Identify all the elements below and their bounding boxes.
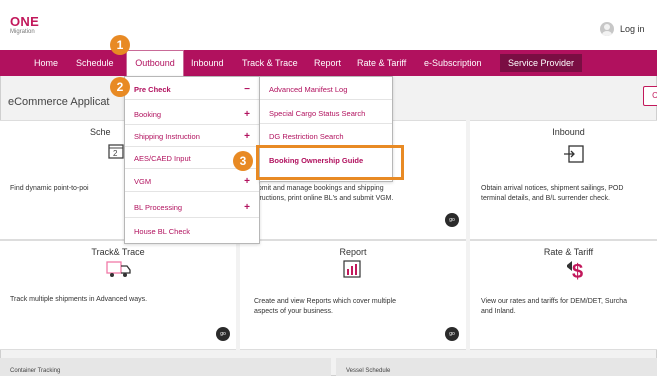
inbound-card-title: Inbound xyxy=(552,127,585,137)
outbound-card-desc: ubmit and manage bookings and shipping s… xyxy=(254,185,394,202)
booking-ownership-guide-highlight xyxy=(256,145,404,180)
nav-rate-tariff[interactable]: Rate & Tariff xyxy=(357,50,406,76)
schedule-card-desc: Find dynamic point-to-poi xyxy=(10,185,89,192)
logo-subtext: Migration xyxy=(10,29,35,35)
rate-tariff-card-desc: View our rates and tariffs for DEM/DET, … xyxy=(481,298,628,315)
inbound-box-icon xyxy=(564,145,584,163)
track-trace-card-desc: Track multiple shipments in Advanced way… xyxy=(10,296,148,303)
report-go-button[interactable]: go xyxy=(445,327,459,341)
step-3-badge: 3 xyxy=(233,151,253,171)
menu-item-label: BL Processing xyxy=(134,203,183,212)
logo-text: ONE xyxy=(10,14,40,29)
inbound-card-desc: Obtain arrival notices, shipment sailing… xyxy=(481,185,624,202)
page-subtitle: eCommerce Applicat xyxy=(8,96,110,108)
nav-inbound[interactable]: Inbound xyxy=(191,50,224,76)
vessel-schedule-section: Vessel Schedule xyxy=(336,358,657,376)
one-logo[interactable]: ONE Migration xyxy=(10,14,40,35)
rate-tariff-card[interactable]: Rate & Tariff $ View our rates and tarif… xyxy=(470,240,657,350)
menu-item-shipping-instruction[interactable]: Shipping Instruction + xyxy=(125,127,259,147)
nav-report[interactable]: Report xyxy=(314,50,341,76)
login-link[interactable]: Log in xyxy=(600,22,645,36)
menu-item-label: Pre Check xyxy=(134,85,171,94)
top-bar: ONE Migration Log in xyxy=(0,0,657,50)
menu-item-bl-processing[interactable]: BL Processing + xyxy=(125,198,259,218)
nav-track-trace[interactable]: Track & Trace xyxy=(242,50,298,76)
right-edge-button[interactable]: C xyxy=(643,86,657,106)
report-card-desc: Create and view Reports which cover mult… xyxy=(254,298,397,315)
submenu-item-advanced-manifest-log[interactable]: Advanced Manifest Log xyxy=(260,80,392,100)
menu-item-label: Shipping Instruction xyxy=(134,132,200,141)
menu-item-label: AES/CAED Input xyxy=(134,154,191,163)
truck-icon xyxy=(106,261,131,277)
expand-icon: + xyxy=(244,202,250,213)
menu-item-label: House BL Check xyxy=(134,227,191,236)
outbound-go-button[interactable]: go xyxy=(445,213,459,227)
menu-item-booking[interactable]: Booking + xyxy=(125,105,259,125)
svg-text:2: 2 xyxy=(113,149,118,158)
step-2-badge: 2 xyxy=(110,77,130,97)
submenu-item-special-cargo-status[interactable]: Special Cargo Status Search xyxy=(260,104,392,124)
track-trace-go-button[interactable]: go xyxy=(216,327,230,341)
menu-item-pre-check[interactable]: Pre Check − xyxy=(125,80,259,100)
container-tracking-section: Container Tracking xyxy=(0,358,331,376)
expand-icon: + xyxy=(244,131,250,142)
nav-home[interactable]: Home xyxy=(34,50,58,76)
login-label: Log in xyxy=(620,24,645,34)
track-trace-card-title: Track& Trace xyxy=(91,247,145,257)
inbound-card[interactable]: Inbound Obtain arrival notices, shipment… xyxy=(470,120,657,240)
collapse-icon: − xyxy=(244,84,250,95)
report-card[interactable]: Report Create and view Reports which cov… xyxy=(240,240,466,350)
menu-item-label: Booking xyxy=(134,110,162,119)
menu-item-vgm[interactable]: VGM + xyxy=(125,172,259,192)
bar-chart-icon xyxy=(343,260,361,278)
calendar-icon: 2 xyxy=(108,144,124,159)
service-provider-button[interactable]: Service Provider xyxy=(500,54,582,72)
svg-text:$: $ xyxy=(572,261,583,281)
app-window: ONE Migration Log in Home Schedule Outbo… xyxy=(0,0,657,376)
nav-outbound[interactable]: Outbound xyxy=(126,50,184,77)
expand-icon: + xyxy=(244,176,250,187)
vessel-schedule-title: Vessel Schedule xyxy=(346,368,391,374)
track-trace-card[interactable]: Track& Trace Track multiple shipments in… xyxy=(0,240,236,350)
user-avatar-icon xyxy=(600,22,614,36)
main-nav: Home Schedule Outbound Inbound Track & T… xyxy=(0,50,657,77)
nav-e-subscription[interactable]: e-Subscription xyxy=(424,50,482,76)
menu-item-house-bl-check[interactable]: House BL Check xyxy=(125,222,259,242)
nav-schedule[interactable]: Schedule xyxy=(76,50,114,76)
step-1-badge: 1 xyxy=(110,35,130,55)
dollar-tag-icon: $ xyxy=(567,261,583,281)
rate-tariff-card-title: Rate & Tariff xyxy=(543,247,594,257)
submenu-item-dg-restriction-search[interactable]: DG Restriction Search xyxy=(260,127,392,147)
report-card-title: Report xyxy=(339,247,367,257)
expand-icon: + xyxy=(244,109,250,120)
container-tracking-title: Container Tracking xyxy=(10,368,61,374)
menu-item-label: VGM xyxy=(134,177,152,186)
